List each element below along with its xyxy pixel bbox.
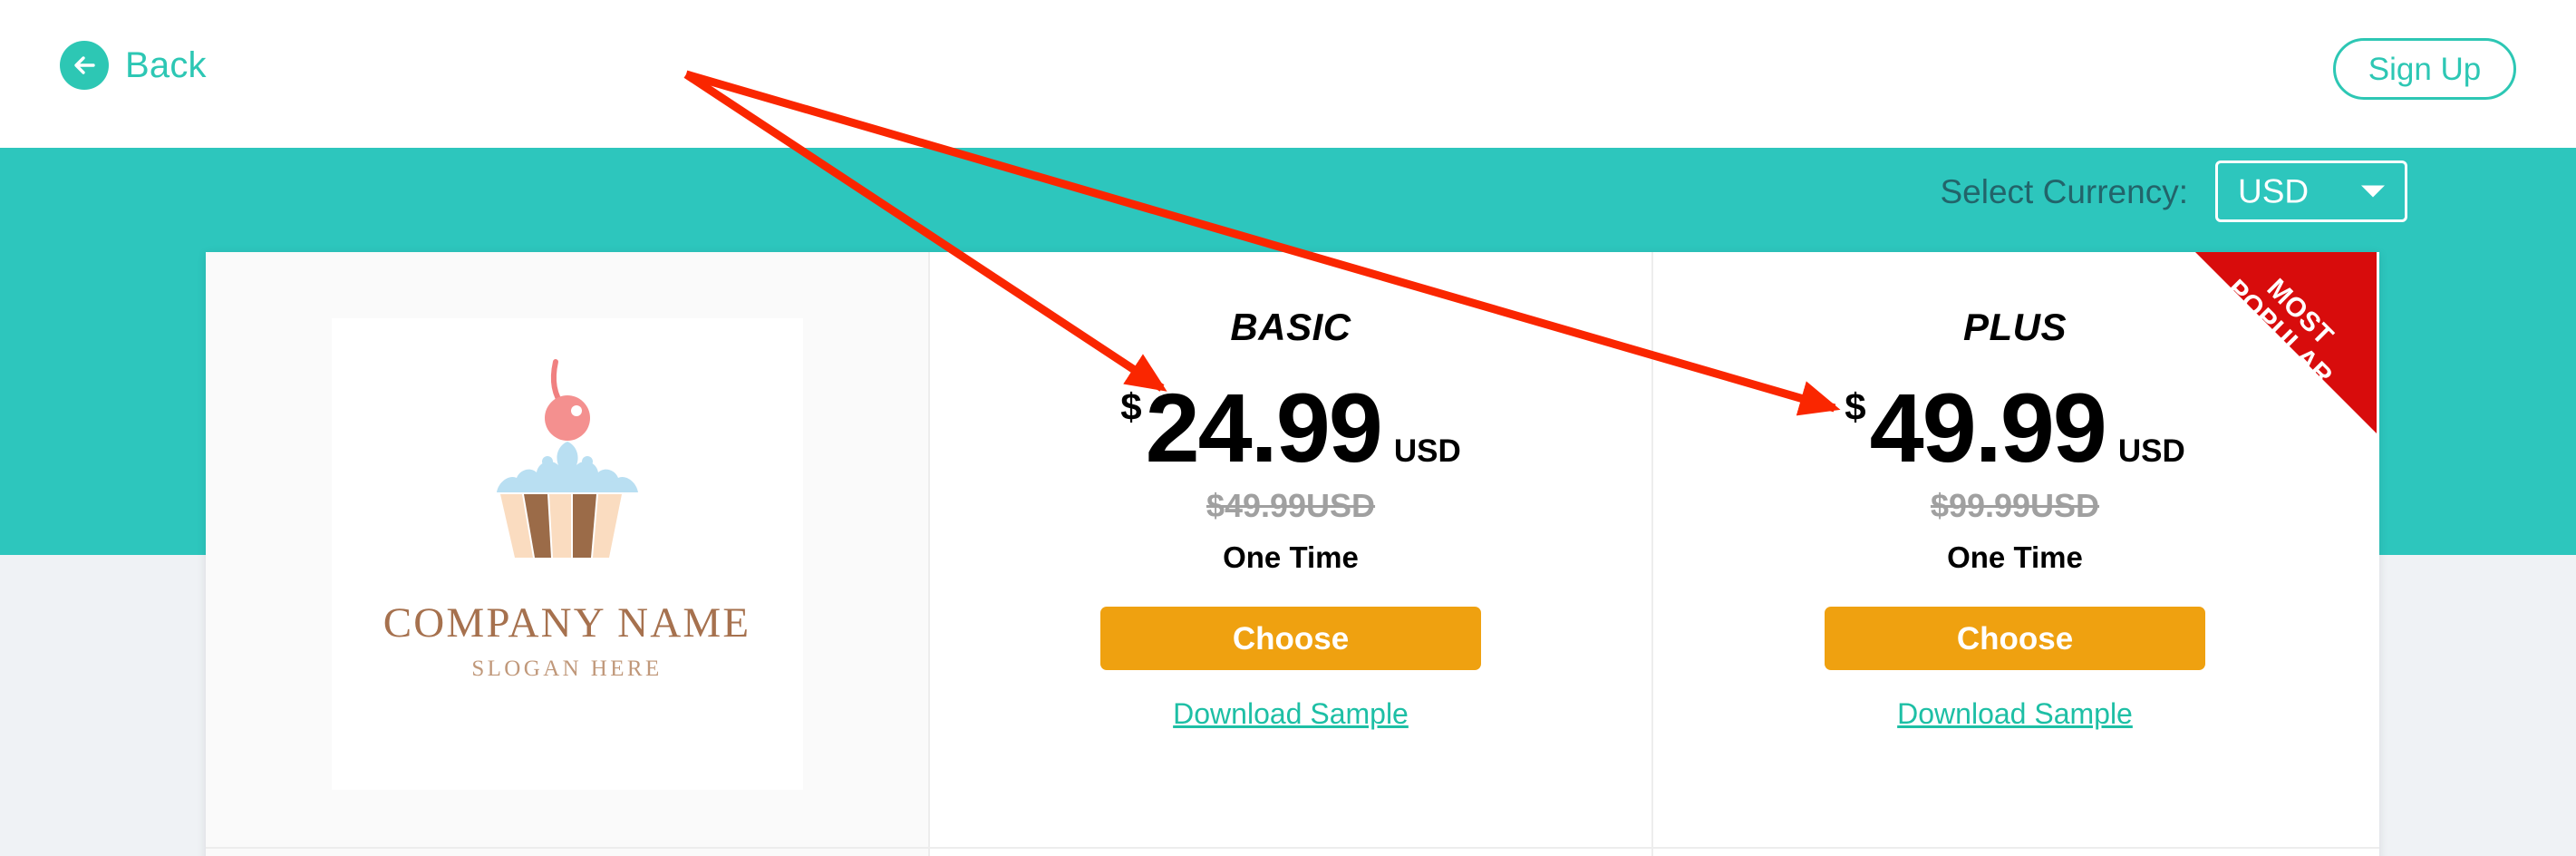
logo-company-name: COMPANY NAME (383, 599, 751, 647)
plan-original-price: $99.99USD (1930, 487, 2100, 524)
currency-selector-group: Select Currency: USD (1940, 160, 2407, 222)
plan-column-basic: BASIC $ 24.99 USD $49.99USD One Time Cho… (930, 252, 1653, 856)
choose-button[interactable]: Choose (1825, 607, 2205, 670)
price-currency-symbol: $ (1120, 385, 1142, 428)
logo-preview[interactable]: COMPANY NAME SLOGAN HERE (331, 318, 803, 790)
download-sample-link[interactable]: Download Sample (1897, 699, 2133, 728)
plan-billing-term: One Time (1947, 540, 2083, 574)
plan-column-plus: PLUS $ 49.99 USD $99.99USD One Time Choo… (1653, 252, 2377, 856)
plan-original-price: $49.99USD (1206, 487, 1376, 524)
currency-selected-value: USD (2238, 172, 2310, 210)
pricing-page: Back Sign Up Select Currency: USD COMPAN… (0, 0, 2576, 856)
page-header: Back Sign Up (0, 0, 2576, 148)
logo-slogan: SLOGAN HERE (471, 657, 663, 681)
download-sample-link[interactable]: Download Sample (1173, 699, 1409, 728)
back-button[interactable]: Back (60, 41, 207, 90)
plan-name: BASIC (1230, 306, 1351, 348)
back-label: Back (125, 45, 207, 85)
plan-name: PLUS (1962, 306, 2067, 348)
cupcake-with-cherry-icon (464, 355, 671, 568)
plan-price: $ 24.99 USD (1120, 379, 1461, 477)
chevron-down-icon (2361, 185, 2385, 198)
plan-billing-term: One Time (1223, 540, 1359, 574)
logo-preview-column: COMPANY NAME SLOGAN HERE (206, 252, 930, 856)
currency-select[interactable]: USD (2215, 160, 2407, 222)
price-currency-symbol: $ (1845, 385, 1866, 428)
price-amount: 49.99 (1869, 373, 2107, 482)
pricing-card: COMPANY NAME SLOGAN HERE BASIC $ 24.99 U… (206, 252, 2379, 856)
price-amount: 24.99 (1145, 373, 1383, 482)
arrow-left-circle-icon (60, 41, 109, 90)
currency-label: Select Currency: (1940, 172, 2189, 210)
price-currency-code: USD (1393, 433, 1461, 469)
sign-up-button[interactable]: Sign Up (2333, 38, 2516, 100)
card-bottom-divider (206, 847, 2379, 849)
plan-price: $ 49.99 USD (1845, 379, 2185, 477)
price-currency-code: USD (2117, 433, 2185, 469)
choose-button[interactable]: Choose (1100, 607, 1481, 670)
